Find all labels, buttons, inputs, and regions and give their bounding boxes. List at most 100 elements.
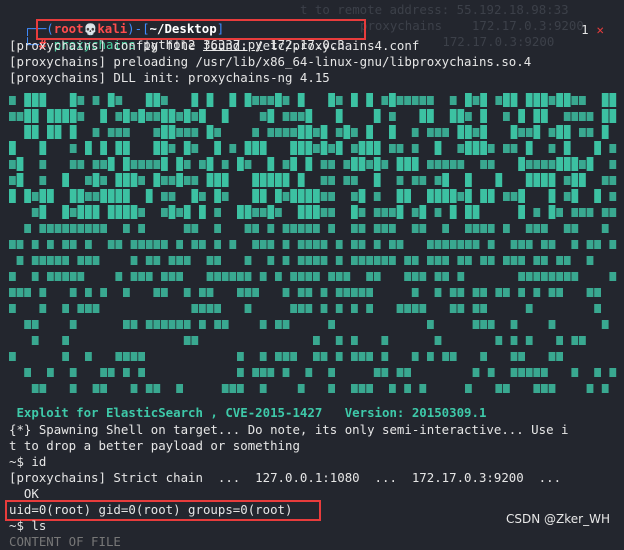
ascii-glyph <box>9 96 16 105</box>
ascii-glyph <box>313 256 320 265</box>
ascii-glyph <box>9 160 16 169</box>
ascii-glyph <box>62 256 69 265</box>
ascii-glyph <box>221 173 229 187</box>
ascii-glyph <box>92 96 100 105</box>
output-spawn-1: {*} Spawning Shell on target... Do note,… <box>9 422 569 437</box>
ascii-glyph <box>100 176 107 185</box>
ascii-glyph <box>579 112 586 121</box>
ascii-glyph <box>487 320 495 329</box>
ascii-glyph <box>396 157 404 171</box>
ascii-glyph <box>480 160 487 169</box>
ascii-glyph <box>343 125 351 139</box>
ascii-glyph <box>282 368 290 377</box>
ascii-glyph <box>244 224 252 233</box>
ascii-glyph <box>39 304 47 313</box>
ascii-glyph <box>381 368 389 377</box>
ascii-glyph <box>525 141 533 155</box>
ascii-glyph <box>107 240 115 249</box>
ascii-glyph <box>510 93 518 107</box>
ascii-glyph <box>571 189 579 203</box>
ascii-glyph <box>396 304 404 313</box>
output-strict-chain: [proxychains] Strict chain ... 127.0.0.1… <box>9 470 562 485</box>
ascii-glyph <box>31 336 39 345</box>
ascii-glyph <box>518 205 525 219</box>
ascii-glyph <box>396 176 404 185</box>
ascii-glyph <box>214 141 221 155</box>
ascii-glyph <box>442 173 449 187</box>
ascii-glyph <box>130 240 138 249</box>
ascii-glyph <box>449 205 457 219</box>
ascii-glyph <box>442 272 449 281</box>
ascii-glyph <box>62 304 69 313</box>
ascii-glyph <box>419 176 427 185</box>
ascii-glyph <box>39 224 47 233</box>
ascii-glyph <box>563 125 571 139</box>
ascii-glyph <box>168 109 176 123</box>
ascii-glyph <box>16 256 24 265</box>
ascii-glyph <box>373 157 381 171</box>
ascii-glyph <box>541 93 548 107</box>
ascii-glyph <box>404 272 411 281</box>
ascii-glyph <box>275 352 282 361</box>
ascii-glyph <box>123 157 130 171</box>
exploit-banner: Exploit for ElasticSearch , CVE-2015-142… <box>9 405 487 420</box>
ascii-glyph <box>214 304 221 313</box>
ascii-glyph <box>297 141 305 155</box>
ascii-glyph <box>480 125 487 139</box>
close-icon[interactable]: ✕ <box>597 22 604 37</box>
ascii-glyph <box>69 368 77 377</box>
ascii-glyph <box>480 224 487 233</box>
ascii-glyph <box>495 336 503 345</box>
ascii-glyph <box>244 304 252 313</box>
ascii-glyph <box>556 352 563 361</box>
ascii-glyph <box>351 256 358 265</box>
job-count: 1 <box>581 22 589 37</box>
ascii-glyph <box>541 272 548 281</box>
ascii-glyph <box>503 192 510 201</box>
ascii-glyph <box>563 157 571 171</box>
ascii-glyph <box>404 304 411 313</box>
ascii-glyph <box>351 93 358 107</box>
ascii-glyph <box>373 368 381 377</box>
ascii-glyph <box>487 144 495 153</box>
ascii-glyph <box>503 288 510 297</box>
ascii-glyph <box>297 173 305 187</box>
ascii-glyph <box>480 109 487 123</box>
ascii-glyph <box>601 224 609 233</box>
ascii-glyph <box>168 192 176 201</box>
ascii-glyph <box>168 176 176 185</box>
ascii-glyph <box>145 384 153 393</box>
ascii-glyph <box>145 240 153 249</box>
ascii-glyph <box>556 256 563 265</box>
ascii-glyph <box>609 368 617 377</box>
ascii-glyph <box>563 272 571 281</box>
ascii-glyph <box>252 208 259 217</box>
ascii-glyph <box>373 173 381 187</box>
ascii-glyph <box>100 288 107 297</box>
ascii-glyph <box>77 205 85 219</box>
ascii-glyph <box>373 256 381 265</box>
ascii-glyph <box>411 256 419 265</box>
output-cut-off: CONTENT OF FILE <box>9 534 121 549</box>
ascii-glyph <box>47 256 54 265</box>
ascii-glyph <box>47 189 54 203</box>
ascii-glyph <box>77 160 85 169</box>
ascii-glyph <box>343 272 351 281</box>
ascii-glyph <box>297 224 305 233</box>
ascii-glyph <box>396 189 404 203</box>
ascii-glyph <box>556 208 563 217</box>
ascii-glyph <box>176 157 183 171</box>
ascii-glyph <box>100 160 107 169</box>
ascii-glyph <box>130 352 138 361</box>
ascii-glyph <box>297 205 305 219</box>
ascii-glyph <box>138 368 145 377</box>
ascii-glyph <box>305 368 313 377</box>
ascii-glyph <box>214 272 221 281</box>
ascii-glyph <box>282 192 290 201</box>
ascii-glyph <box>39 384 47 393</box>
ascii-glyph <box>290 272 297 281</box>
ascii-glyph <box>351 288 358 297</box>
ascii-glyph <box>533 224 541 233</box>
ascii-glyph <box>199 192 206 201</box>
ascii-glyph <box>465 173 472 187</box>
